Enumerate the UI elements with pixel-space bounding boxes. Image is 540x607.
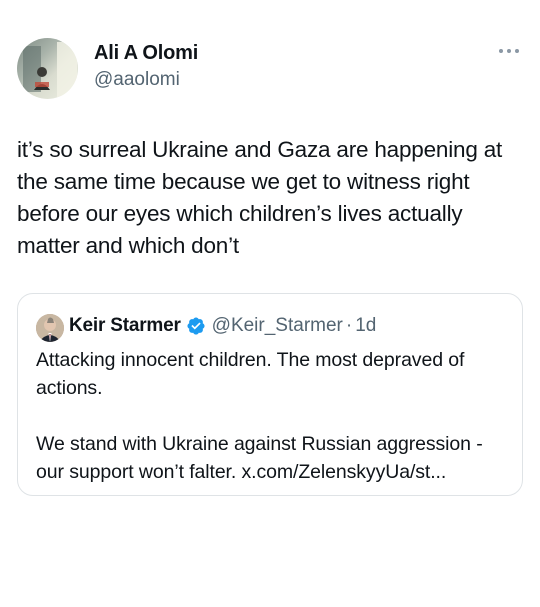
quoted-tweet-timestamp[interactable]: 1d — [355, 315, 376, 337]
separator-dot: · — [345, 315, 353, 336]
quoted-author-avatar[interactable] — [36, 314, 64, 342]
tweet-text: it’s so surreal Ukraine and Gaza are hap… — [17, 137, 509, 258]
author-avatar[interactable] — [17, 38, 78, 99]
quoted-tweet-header: Keir Starmer @Keir_Starmer · 1d — [69, 315, 376, 337]
quoted-tweet-card[interactable]: Keir Starmer @Keir_Starmer · 1d Attackin… — [17, 293, 523, 496]
author-handle[interactable]: @aaolomi — [94, 69, 180, 91]
quoted-author-name[interactable]: Keir Starmer — [69, 315, 181, 337]
quoted-author-handle[interactable]: @Keir_Starmer — [212, 315, 343, 337]
tweet: Ali A Olomi @aaolomi it’s so surreal Ukr… — [0, 0, 540, 607]
verified-badge-icon — [186, 316, 206, 336]
more-horizontal-icon[interactable] — [497, 44, 521, 56]
quoted-tweet-text: Attacking innocent children. The most de… — [36, 349, 483, 483]
author-name[interactable]: Ali A Olomi — [94, 42, 198, 65]
